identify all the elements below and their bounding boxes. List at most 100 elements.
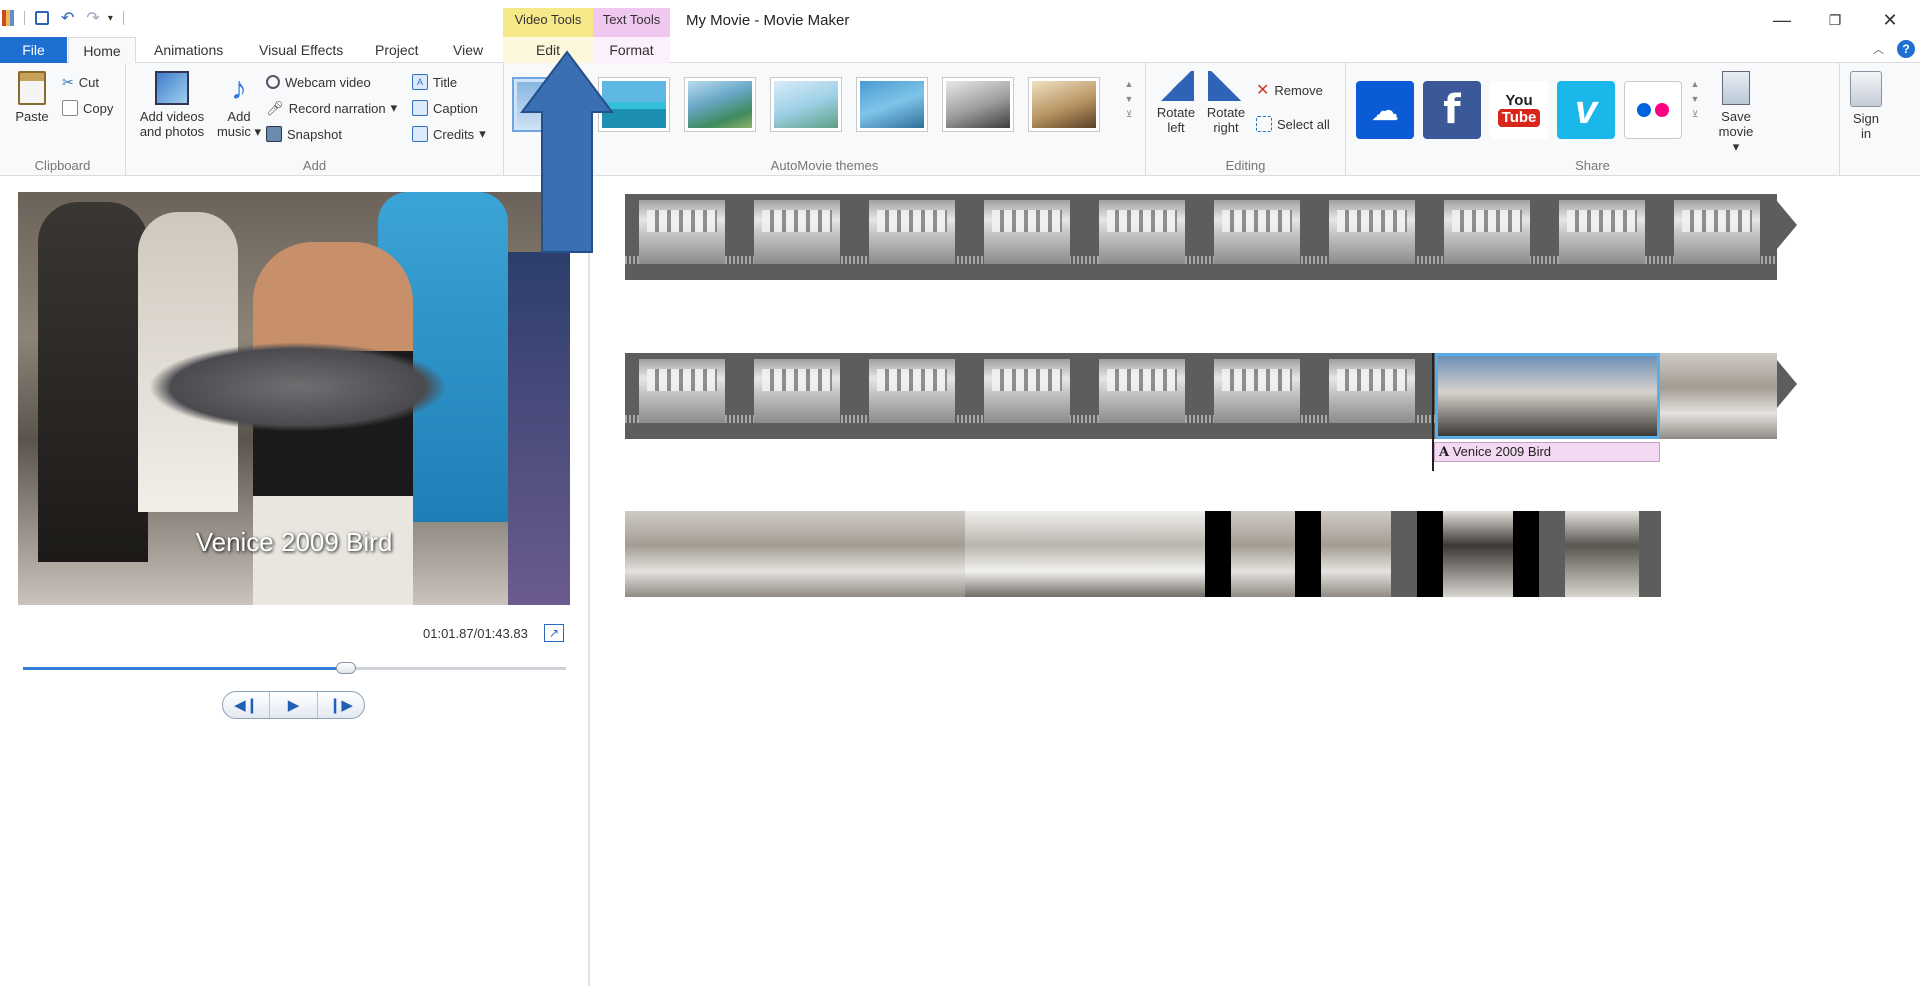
fullscreen-icon[interactable]: ↗ (544, 624, 564, 642)
facebook-icon[interactable]: f (1423, 81, 1481, 139)
video-clip-frame[interactable] (1443, 511, 1513, 597)
text-clip-icon: A (1439, 445, 1450, 460)
preview-pane: Venice 2009 Bird 01:01.87/01:43.83 ↗ ◀❙ … (0, 177, 590, 986)
copy-button[interactable]: Copy (62, 97, 113, 119)
redo-icon[interactable]: ↷ (86, 8, 99, 28)
snapshot-button[interactable]: Snapshot (266, 123, 342, 145)
theme-cinematic[interactable] (684, 77, 756, 132)
video-clip-frame[interactable] (1329, 200, 1415, 264)
rotate-left-icon (1158, 71, 1194, 101)
undo-icon[interactable]: ↶ (61, 8, 74, 28)
storyboard-clip-row-3[interactable] (625, 511, 1661, 597)
tab-project[interactable]: Project (363, 37, 431, 63)
theme-black-white[interactable] (942, 77, 1014, 132)
tab-home[interactable]: Home (68, 37, 136, 64)
flickr-icon[interactable] (1624, 81, 1682, 139)
video-clip-frame[interactable] (1565, 511, 1639, 597)
video-clip-frame[interactable] (1660, 353, 1777, 439)
credits-button[interactable]: Credits ▾ (412, 123, 486, 145)
video-clip-frame[interactable] (1214, 359, 1300, 423)
title-button[interactable]: A Title (412, 71, 457, 93)
video-clip-frame[interactable] (1674, 200, 1760, 264)
scissors-icon: ✂ (62, 73, 74, 90)
video-clip-frame[interactable] (639, 200, 725, 264)
help-icon[interactable]: ? (1897, 40, 1915, 58)
seek-bar[interactable] (23, 662, 566, 674)
video-clip-frame[interactable] (1214, 200, 1300, 264)
next-frame-button[interactable]: ❙▶ (318, 692, 364, 718)
save-movie-button[interactable]: Save movie ▾ (1714, 71, 1758, 154)
tab-animations[interactable]: Animations (142, 37, 235, 63)
add-music-label-2: music (216, 124, 251, 139)
video-clip-frame[interactable] (639, 359, 725, 423)
save-movie-icon (1722, 71, 1750, 105)
text-clip[interactable]: A Venice 2009 Bird (1434, 442, 1660, 462)
storyboard-clip-row-2[interactable] (625, 353, 1777, 439)
add-videos-button[interactable]: Add videos and photos (134, 71, 210, 139)
theme-sepia[interactable] (1028, 77, 1100, 132)
select-all-icon (1256, 116, 1272, 132)
preview-bg-figure (38, 202, 148, 562)
video-clip-frame[interactable] (754, 359, 840, 423)
video-clip-frame[interactable] (1559, 200, 1645, 264)
video-clip-frame[interactable] (869, 359, 955, 423)
caption-button[interactable]: Caption (412, 97, 478, 119)
video-clip-frame[interactable] (1231, 511, 1295, 597)
rotate-right-button[interactable]: Rotate right (1204, 71, 1248, 135)
quick-access-toolbar: ↶ ↷ ▾ (2, 9, 124, 27)
close-button[interactable]: ✕ (1870, 6, 1910, 34)
play-button[interactable]: ▶ (270, 692, 318, 718)
add-music-button[interactable]: ♪ Add music ▾ (214, 71, 264, 139)
record-narration-button[interactable]: 🎤︎ Record narration ▾ (266, 97, 397, 119)
video-clip-frame[interactable] (625, 511, 965, 597)
collapse-ribbon-icon[interactable]: ︿ (1873, 41, 1884, 57)
themes-scroll-arrows[interactable]: ▲ ▼ ⊻ (1122, 77, 1136, 122)
copy-label: Copy (83, 100, 114, 116)
vimeo-icon[interactable]: v (1557, 81, 1615, 139)
restore-button[interactable]: ❐ (1815, 6, 1855, 34)
playhead[interactable] (1432, 353, 1434, 471)
youtube-text-tube: Tube (1497, 109, 1541, 127)
video-clip-frame[interactable] (1444, 200, 1530, 264)
youtube-icon[interactable]: You Tube (1490, 81, 1548, 139)
save-movie-label: Save (1721, 109, 1751, 124)
video-clip-frame[interactable] (984, 200, 1070, 264)
cut-button[interactable]: ✂ Cut (62, 71, 99, 93)
video-clip-frame[interactable] (1099, 359, 1185, 423)
video-preview[interactable]: Venice 2009 Bird (18, 192, 570, 605)
video-clip-frame[interactable] (869, 200, 955, 264)
paste-button[interactable]: Paste (8, 71, 56, 124)
video-clip-frame[interactable] (1099, 200, 1185, 264)
theme-fade[interactable] (770, 77, 842, 132)
clipboard-group-label: Clipboard (34, 158, 91, 173)
seek-bar-thumb[interactable] (335, 662, 356, 674)
tab-visual-effects[interactable]: Visual Effects (247, 37, 355, 63)
sign-in-button[interactable]: Sign in (1844, 71, 1888, 141)
share-scroll-arrows[interactable]: ▲ ▼ ⊻ (1688, 77, 1702, 122)
video-clip-frame[interactable] (965, 511, 1205, 597)
preview-pigeons (148, 342, 448, 432)
minimize-button[interactable]: — (1762, 6, 1802, 34)
video-clip-frame[interactable] (754, 200, 840, 264)
onedrive-icon[interactable]: ☁ (1356, 81, 1414, 139)
rotate-left-button[interactable]: Rotate left (1154, 71, 1198, 135)
save-icon[interactable] (35, 11, 49, 25)
add-group: Add videos and photos ♪ Add music ▾ Webc… (126, 63, 504, 176)
previous-frame-button[interactable]: ◀❙ (223, 692, 271, 718)
tab-file[interactable]: File (0, 37, 67, 63)
qat-separator (122, 11, 124, 25)
app-icon[interactable] (2, 10, 14, 26)
webcam-video-button[interactable]: Webcam video (266, 71, 371, 93)
remove-button[interactable]: ✕ Remove (1256, 79, 1323, 101)
select-all-button[interactable]: Select all (1256, 113, 1330, 135)
storyboard-clip-row-1[interactable] (625, 194, 1777, 280)
selected-clip[interactable] (1435, 353, 1660, 439)
qat-separator (24, 11, 25, 25)
video-clip-frame[interactable] (984, 359, 1070, 423)
annotation-up-arrow (520, 50, 614, 253)
video-clip-frame[interactable] (1321, 511, 1391, 597)
tab-view[interactable]: View (441, 37, 495, 63)
video-clip-frame[interactable] (1329, 359, 1415, 423)
theme-pan-zoom[interactable] (856, 77, 928, 132)
customize-qat-icon[interactable]: ▾ (108, 13, 113, 24)
